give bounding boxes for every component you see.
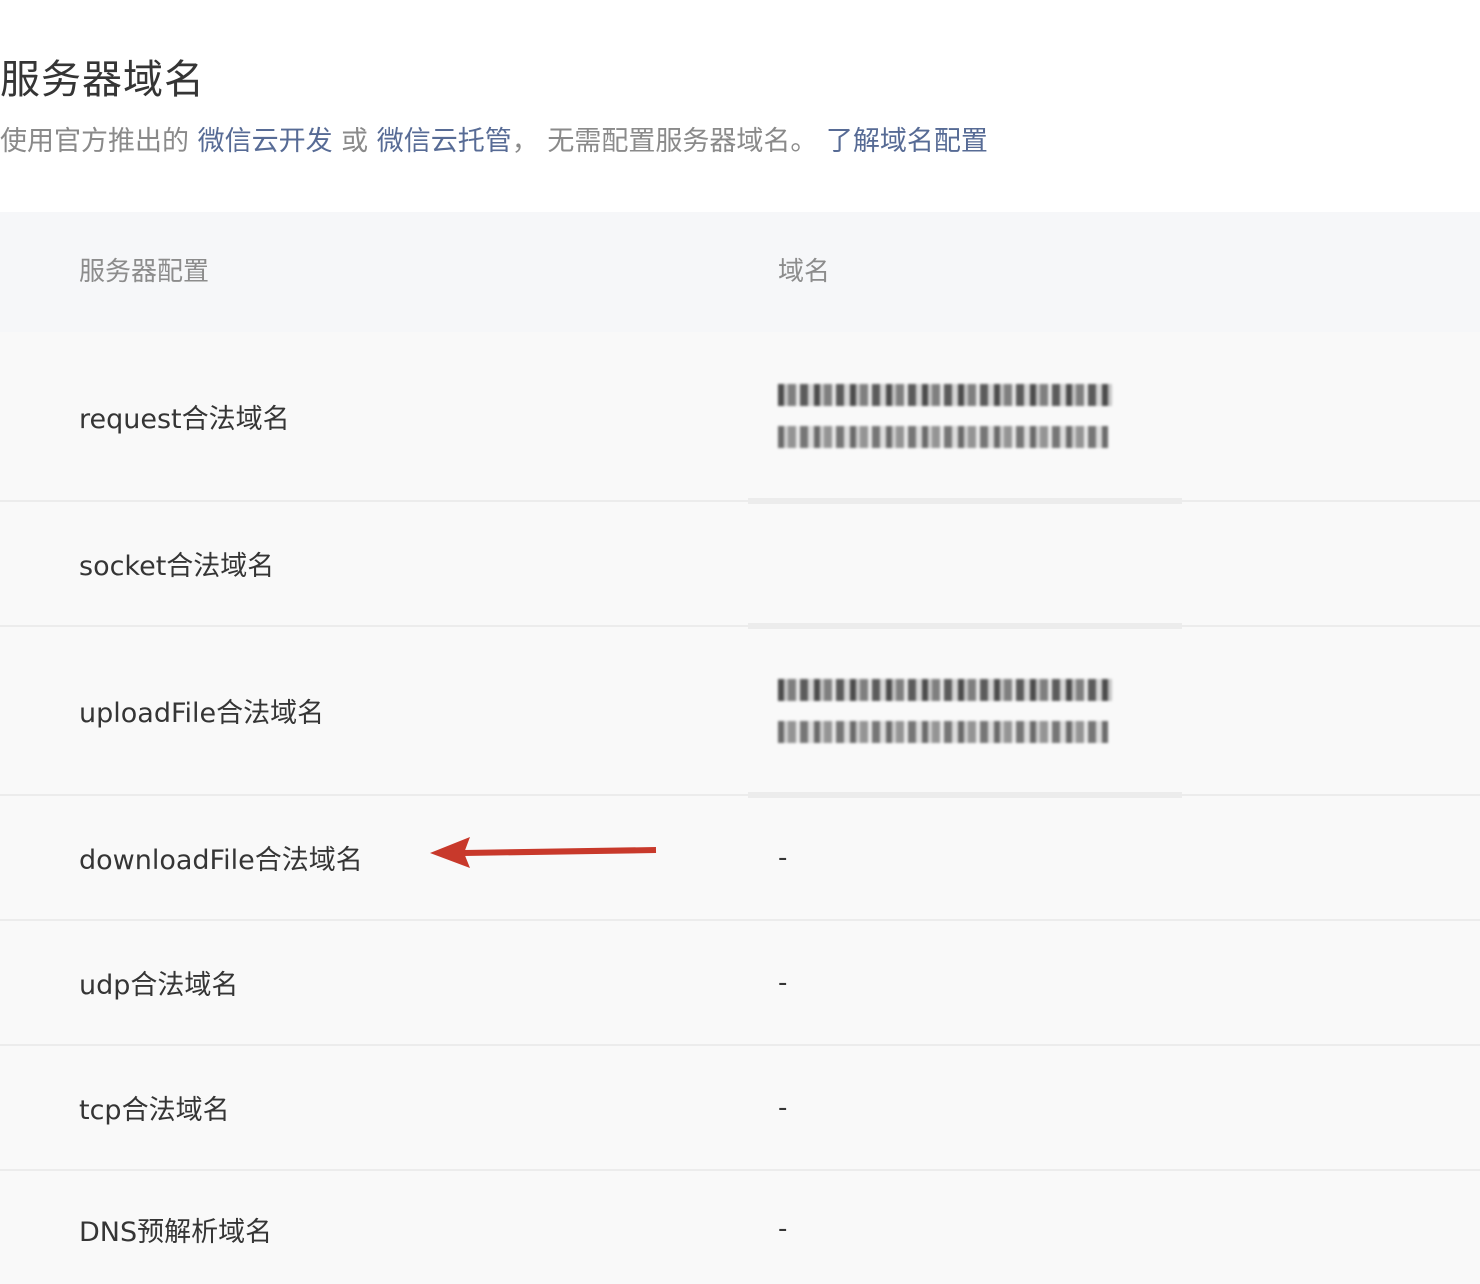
red-arrow-icon (430, 837, 657, 868)
domain-value-text: - (778, 1214, 788, 1244)
blurred-domain-line (778, 678, 1112, 701)
row-label: uploadFile合法域名 (79, 698, 325, 729)
column-header-config: 服务器配置 (79, 257, 210, 287)
row-label: socket合法域名 (79, 551, 275, 582)
domain-value-text: - (778, 967, 788, 998)
table-row-socket: socket合法域名 (0, 502, 1480, 629)
column-header-domain: 域名 (778, 257, 831, 287)
link-cloud-dev[interactable]: 微信云开发 (198, 126, 333, 157)
desc-suffix: ， 无需配置服务器域名。 (511, 126, 826, 157)
domain-value-text: - (778, 842, 788, 873)
row-domain-value (778, 627, 1112, 794)
row-domain-value: - (778, 921, 787, 1044)
blurred-domain-line (778, 720, 1108, 743)
table-row-uploadfile: uploadFile合法域名 (0, 627, 1480, 798)
row-domain-value: - (778, 796, 787, 919)
row-label: udp合法域名 (79, 970, 239, 1001)
blurred-domain-line (778, 426, 1108, 448)
row-label: request合法域名 (79, 403, 290, 435)
row-label: tcp合法域名 (79, 1095, 230, 1126)
table-row-udp: udp合法域名 - (0, 921, 1480, 1046)
table-row-tcp: tcp合法域名 - (0, 1046, 1480, 1171)
desc-or: 或 (332, 126, 377, 157)
row-domain-value: - (778, 1046, 787, 1169)
table-row-request: request合法域名 (0, 332, 1480, 504)
row-domain-value: - (778, 1171, 787, 1284)
link-cloud-hosting[interactable]: 微信云托管 (377, 126, 512, 157)
row-label: DNS预解析域名 (79, 1216, 273, 1248)
row-domain-value (778, 332, 1112, 500)
page-description: 使用官方推出的 微信云开发 或 微信云托管， 无需配置服务器域名。 了解域名配置 (0, 122, 988, 162)
server-domain-page: 服务器域名 使用官方推出的 微信云开发 或 微信云托管， 无需配置服务器域名。 … (0, 0, 1480, 1284)
desc-prefix: 使用官方推出的 (0, 126, 198, 157)
blurred-domain-line (778, 384, 1112, 406)
link-learn-domain-config[interactable]: 了解域名配置 (826, 126, 988, 157)
row-label: downloadFile合法域名 (79, 845, 363, 876)
domain-value-text: - (778, 1092, 788, 1123)
page-title: 服务器域名 (0, 57, 205, 103)
table-row-dns-prefetch: DNS预解析域名 - (0, 1171, 1480, 1284)
table-row-downloadfile: downloadFile合法域名 - (0, 796, 1480, 921)
domain-table: 服务器配置 域名 request合法域名 socket合法域名 uploadFi… (0, 212, 1480, 1284)
table-header: 服务器配置 域名 (0, 212, 1480, 332)
